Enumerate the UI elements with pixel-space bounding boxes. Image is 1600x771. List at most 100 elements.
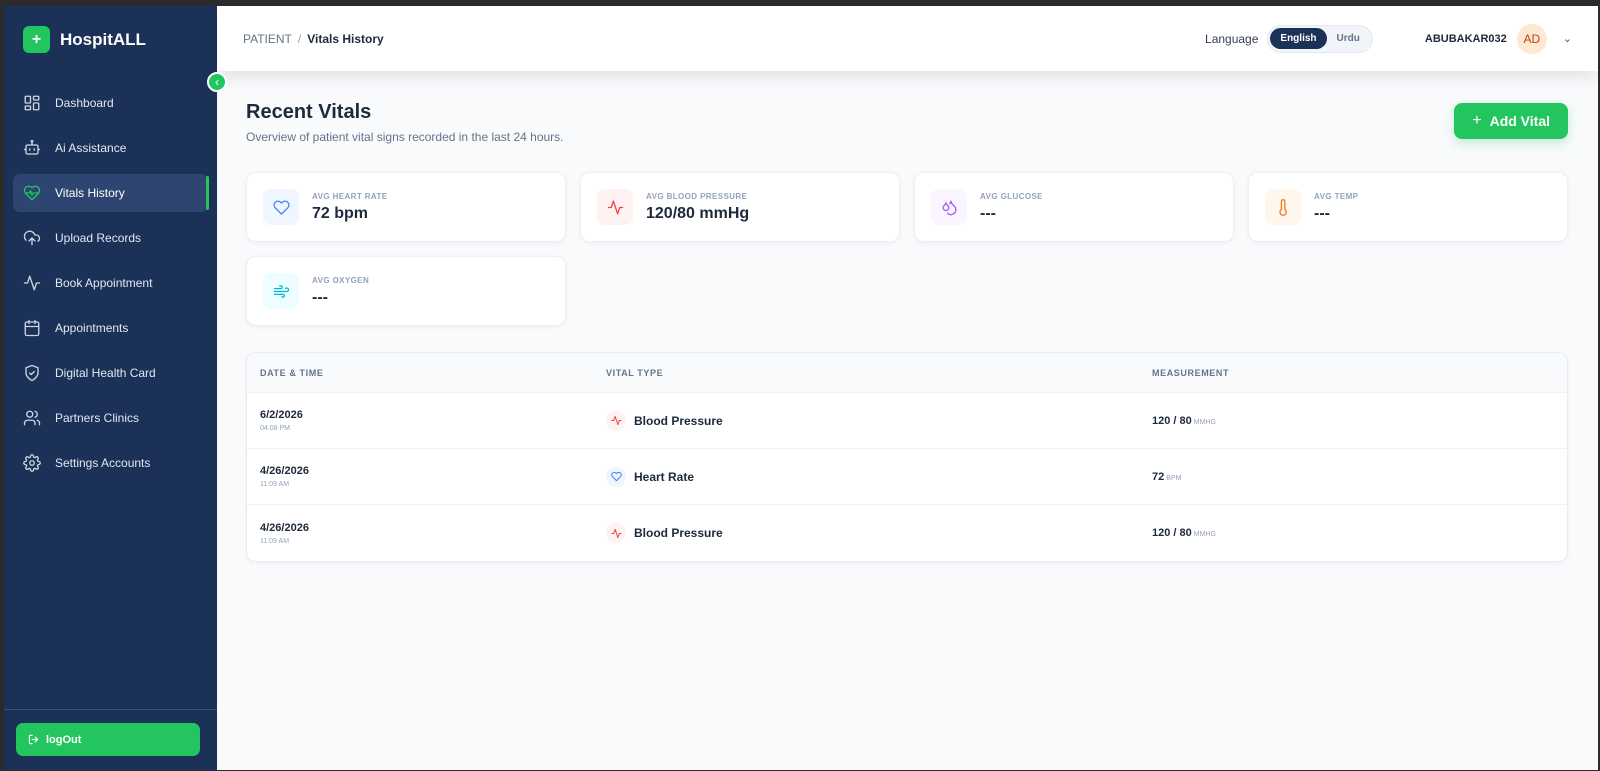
page-subtitle: Overview of patient vital signs recorded… <box>246 130 564 144</box>
row-date: 4/26/2026 <box>260 465 309 477</box>
table-body: 6/2/2026 04:08 PM Blood Pressure 120 / 80 MM… <box>247 393 1567 561</box>
sidebar-item-label: Ai Assistance <box>55 141 127 155</box>
row-measurement: 120 / 80 <box>1152 527 1192 539</box>
avatar: AD <box>1516 23 1547 54</box>
stat-card-avg-heart-rate: AVG HEART RATE 72 bpm <box>246 172 566 242</box>
row-unit: MMHG <box>1193 531 1216 538</box>
heart-pulse-icon <box>23 184 41 202</box>
sidebar-item-vitals-history[interactable]: Vitals History <box>13 174 209 212</box>
heart-icon <box>263 189 299 225</box>
calendar-icon <box>23 319 41 337</box>
sidebar-item-label: Upload Records <box>55 231 142 245</box>
row-time: 11:09 AM <box>260 537 290 545</box>
stat-value: 120/80 mmHg <box>646 204 750 222</box>
logout-button[interactable]: logOut <box>16 723 200 756</box>
row-measurement: 120 / 80 <box>1152 414 1192 427</box>
user-menu[interactable]: ABUBAKAR032 AD ⌄ <box>1424 23 1572 54</box>
table-row[interactable]: 4/26/2026 11:09 AM Heart Rate 72 BPM <box>247 449 1567 505</box>
vital-type-cell: Heart Rate <box>606 466 1152 487</box>
collapse-sidebar-button[interactable]: ‹ <box>207 72 227 92</box>
sidebar-item-settings-accounts[interactable]: Settings Accounts <box>13 444 208 482</box>
add-vital-label: Add Vital <box>1489 113 1550 129</box>
sidebar-item-label: Digital Health Card <box>55 366 156 380</box>
stat-label: AVG TEMP <box>1314 191 1359 201</box>
sidebar-nav: Dashboard Ai Assistance Vitals History Uplo… <box>13 84 209 489</box>
sidebar-item-book-appointment[interactable]: Book Appointment <box>13 264 208 302</box>
app-window: + HospitALL ‹ Dashboard Ai Assistance Vita… <box>4 6 1598 770</box>
sidebar-item-dashboard[interactable]: Dashboard <box>13 84 208 122</box>
row-unit: BPM <box>1166 474 1182 482</box>
measurement-cell: 120 / 80 MMHG <box>1152 527 1567 539</box>
sidebar-divider <box>4 709 217 710</box>
dashboard-icon <box>23 94 41 112</box>
vitals-table: DATE & TIME VITAL TYPE MEASUREMENT 6/2/2… <box>246 352 1568 562</box>
column-header-type: VITAL TYPE <box>606 367 664 378</box>
page-header: Recent Vitals Overview of patient vital … <box>246 101 1568 144</box>
sidebar-item-label: Partners Clinics <box>55 411 140 425</box>
stat-value: --- <box>980 204 996 222</box>
wind-icon <box>263 273 299 309</box>
sidebar-item-partners-clinics[interactable]: Partners Clinics <box>13 399 208 437</box>
row-date: 6/2/2026 <box>260 409 303 421</box>
brand-logo-icon: + <box>23 26 50 53</box>
measurement-cell: 72 BPM <box>1152 471 1567 483</box>
vital-type-cell: Blood Pressure <box>606 523 1152 543</box>
row-vital-type: Heart Rate <box>634 469 695 484</box>
add-vital-button[interactable]: + Add Vital <box>1454 103 1568 139</box>
table-header: DATE & TIME VITAL TYPE MEASUREMENT <box>247 353 1567 393</box>
sidebar-item-label: Appointments <box>55 321 129 335</box>
stat-label: AVG GLUCOSE <box>980 191 1043 201</box>
sidebar-item-label: Vitals History <box>55 186 125 200</box>
language-toggle: English Urdu <box>1267 24 1373 53</box>
stats-grid: AVG HEART RATE 72 bpm AVG BLOOD PRESSURE 12… <box>246 172 1568 326</box>
sidebar-item-label: Dashboard <box>55 96 114 110</box>
heart-icon <box>606 466 626 487</box>
datetime-cell: 4/26/2026 11:09 AM <box>260 522 606 545</box>
activity-icon <box>606 410 626 431</box>
droplets-icon <box>931 189 967 225</box>
stat-card-avg-temp: AVG TEMP --- <box>1248 172 1568 242</box>
activity-icon <box>597 189 633 225</box>
sidebar-item-appointments[interactable]: Appointments <box>13 309 208 347</box>
brand[interactable]: + HospitALL <box>23 26 146 53</box>
brand-name: HospitALL <box>60 29 146 49</box>
breadcrumb-separator: / <box>297 31 302 46</box>
table-row[interactable]: 4/26/2026 11:09 AM Blood Pressure 120 / 80 M… <box>247 505 1567 561</box>
stat-card-avg-blood-pressure: AVG BLOOD PRESSURE 120/80 mmHg <box>580 172 900 242</box>
stat-value: 72 bpm <box>312 204 369 222</box>
shield-check-icon <box>23 364 41 382</box>
content: Recent Vitals Overview of patient vital … <box>217 71 1598 562</box>
column-header-date: DATE & TIME <box>260 367 324 378</box>
language-option-english[interactable]: English <box>1270 28 1327 49</box>
logout-label: logOut <box>46 733 82 746</box>
thermometer-icon <box>1265 189 1301 225</box>
datetime-cell: 4/26/2026 11:09 AM <box>260 465 606 488</box>
page-title: Recent Vitals <box>246 101 372 123</box>
stat-value: --- <box>312 288 328 306</box>
plus-icon: + <box>1472 112 1482 129</box>
language-label: Language <box>1205 31 1259 46</box>
sidebar-item-digital-health-card[interactable]: Digital Health Card <box>13 354 208 392</box>
breadcrumb-root[interactable]: PATIENT <box>243 32 292 46</box>
row-vital-type: Blood Pressure <box>634 526 723 540</box>
topbar: PATIENT / Vitals History Language Englis… <box>217 6 1598 71</box>
username: ABUBAKAR032 <box>1424 32 1507 45</box>
sidebar-item-upload-records[interactable]: Upload Records <box>13 219 208 257</box>
stat-card-avg-glucose: AVG GLUCOSE --- <box>914 172 1234 242</box>
sidebar-item-label: Book Appointment <box>55 276 153 290</box>
main-area: PATIENT / Vitals History Language Englis… <box>217 6 1598 770</box>
activity-icon <box>606 523 626 543</box>
stat-label: AVG OXYGEN <box>312 275 370 285</box>
row-time: 04:08 PM <box>260 425 290 432</box>
measurement-cell: 120 / 80 MMHG <box>1152 415 1567 427</box>
row-date: 4/26/2026 <box>260 521 309 534</box>
row-vital-type: Blood Pressure <box>634 413 723 428</box>
logout-icon <box>28 734 39 745</box>
robot-icon <box>23 139 41 157</box>
language-option-urdu[interactable]: Urdu <box>1327 28 1370 49</box>
vital-type-cell: Blood Pressure <box>606 410 1152 431</box>
table-row[interactable]: 6/2/2026 04:08 PM Blood Pressure 120 / 80 MM… <box>247 393 1567 449</box>
sidebar-item-ai-assistance[interactable]: Ai Assistance <box>13 129 208 167</box>
cloud-upload-icon <box>23 229 41 247</box>
users-icon <box>23 409 41 427</box>
